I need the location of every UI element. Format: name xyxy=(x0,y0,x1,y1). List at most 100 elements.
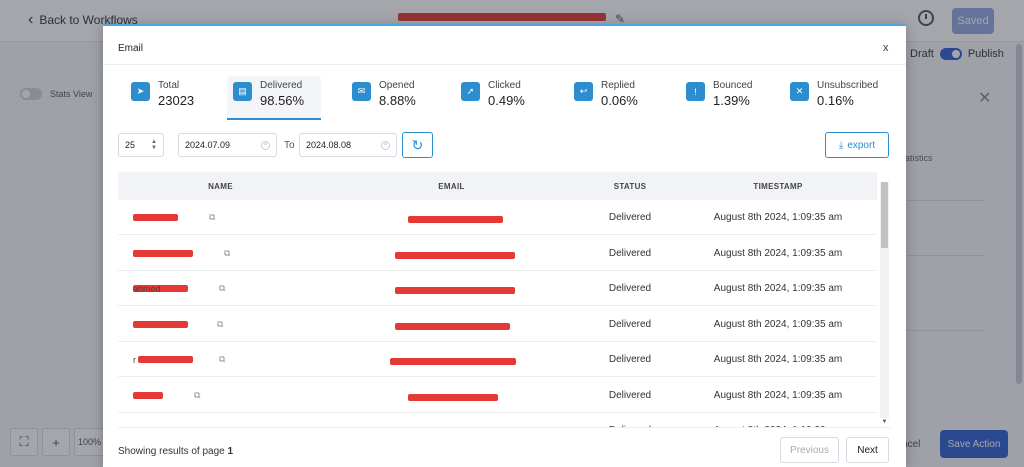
pagination-status: Showing results of page 1 xyxy=(118,446,233,457)
date-to-value: 2024.08.08 xyxy=(306,140,352,150)
scrollbar-thumb[interactable] xyxy=(881,182,888,248)
stat-label: Unsubscribed xyxy=(817,80,879,91)
refresh-button[interactable]: ↻ xyxy=(402,132,433,158)
stat-label: Delivered xyxy=(260,80,303,91)
stat-value: 8.88% xyxy=(379,93,416,108)
alert-icon: ! xyxy=(686,82,705,101)
name-cell: ⧉ xyxy=(133,378,323,413)
clear-date-icon[interactable]: × xyxy=(261,140,270,150)
column-header-email[interactable]: EMAIL xyxy=(323,172,580,200)
stat-label: Opened xyxy=(379,80,415,91)
table-row[interactable]: lydia palermo ⧉ lydia@academygroup.co.za De… xyxy=(118,413,877,428)
recipients-table: NAME EMAIL STATUS TIMESTAMP ⧉ Delivered Au… xyxy=(118,172,891,428)
table-row[interactable]: ⧉ Delivered August 8th 2024, 1:09:35 am xyxy=(118,306,877,342)
scroll-down-arrow-icon[interactable]: ▼ xyxy=(880,418,889,426)
send-icon: ➤ xyxy=(131,82,150,101)
stat-value: 1.39% xyxy=(713,93,750,108)
download-icon: ⤓ xyxy=(838,139,844,151)
redacted-email xyxy=(395,287,515,294)
external-link-icon[interactable]: ⧉ xyxy=(219,283,225,294)
next-page-button[interactable]: Next xyxy=(846,437,889,463)
date-to-field[interactable]: 2024.08.08 × xyxy=(299,133,397,157)
stat-label: Bounced xyxy=(713,80,753,91)
date-from-field[interactable]: 2024.07.09 × xyxy=(178,133,277,157)
export-label: export xyxy=(847,139,876,151)
external-link-icon[interactable]: ⧉ xyxy=(209,212,215,223)
status-cell: Delivered xyxy=(608,212,652,223)
timestamp-cell: August 8th 2024, 1:09:35 am xyxy=(713,247,843,259)
stat-card-unsubscribed[interactable]: ✕ Unsubscribed 0.16% xyxy=(784,76,884,118)
external-link-icon[interactable]: ⧉ xyxy=(194,390,200,401)
unsubscribe-icon: ✕ xyxy=(790,82,809,101)
status-cell: Delivered xyxy=(608,283,652,294)
stat-text: Replied 0.06% xyxy=(601,80,638,110)
column-header-timestamp[interactable]: TIMESTAMP xyxy=(680,172,876,200)
table-scrollbar[interactable] xyxy=(880,182,889,418)
stat-value: 0.16% xyxy=(817,93,854,108)
redacted-email xyxy=(408,393,498,401)
name-cell: r ⧉ xyxy=(133,342,323,377)
modal-divider xyxy=(103,64,906,65)
stat-value: 0.06% xyxy=(601,93,638,108)
stat-label: Replied xyxy=(601,80,635,91)
export-button[interactable]: ⤓ export xyxy=(825,132,889,158)
pagination-prefix: Showing results of page xyxy=(118,446,225,457)
email-cell: lydia@academygroup.co.za xyxy=(323,413,580,428)
stat-card-total[interactable]: ➤ Total 23023 xyxy=(125,76,215,118)
modal-title: Email xyxy=(118,43,144,54)
status-cell: Delivered xyxy=(608,389,652,401)
page-size-stepper[interactable]: 25 ▲ ▼ xyxy=(118,133,164,157)
modal-close-button[interactable]: x xyxy=(883,42,889,54)
stat-text: Unsubscribed 0.16% xyxy=(817,80,878,110)
stat-value: 23023 xyxy=(158,93,195,108)
name-cell: ⧉ xyxy=(133,307,323,342)
column-header-name[interactable]: NAME xyxy=(118,172,323,200)
name-cell: ahmed ⧉ xyxy=(133,271,323,306)
stat-card-delivered[interactable]: ▤ Delivered 98.56% xyxy=(227,76,321,120)
stat-text: Opened 8.88% xyxy=(379,80,416,110)
recipient-name: ahmed xyxy=(133,283,161,294)
previous-page-button[interactable]: Previous xyxy=(780,437,839,463)
reply-icon: ↩ xyxy=(574,82,593,101)
stat-card-clicked[interactable]: ➚ Clicked 0.49% xyxy=(455,76,545,118)
table-row[interactable]: ahmed ⧉ Delivered August 8th 2024, 1:09:35 … xyxy=(118,271,877,306)
table-row[interactable]: ⧉ Delivered August 8th 2024, 1:09:35 am xyxy=(118,200,877,235)
status-cell: Delivered xyxy=(608,318,652,330)
table-header: NAME EMAIL STATUS TIMESTAMP xyxy=(118,172,877,200)
stat-card-bounced[interactable]: ! Bounced 1.39% xyxy=(680,76,765,118)
name-cell: ⧉ xyxy=(133,236,323,271)
external-link-icon[interactable]: ⧉ xyxy=(217,319,223,330)
page-size-value: 25 xyxy=(125,140,136,150)
stat-value: 0.49% xyxy=(488,93,525,108)
redacted-email xyxy=(390,358,516,365)
clear-date-icon[interactable]: × xyxy=(381,140,390,150)
recipient-name: lydia palermo xyxy=(133,426,211,428)
stat-text: Bounced 1.39% xyxy=(713,80,752,110)
recipient-email: lydia@academygroup.co.za xyxy=(396,426,507,428)
table-row[interactable]: r ⧉ Delivered August 8th 2024, 1:09:35 am xyxy=(118,342,877,377)
to-label: To xyxy=(284,140,295,151)
external-link-icon[interactable]: ⧉ xyxy=(224,248,230,259)
column-header-status[interactable]: STATUS xyxy=(580,172,680,200)
redacted-email xyxy=(408,216,503,223)
timestamp-cell: August 8th 2024, 1:10:20 am xyxy=(680,413,876,427)
stat-text: Delivered 98.56% xyxy=(260,80,304,110)
current-page-number: 1 xyxy=(227,446,234,457)
status-cell: Delivered xyxy=(580,413,680,427)
table-row[interactable]: ⧉ Delivered August 8th 2024, 1:09:35 am xyxy=(118,377,877,413)
stat-text: Clicked 0.49% xyxy=(488,80,525,110)
table-row[interactable]: ⧉ Delivered August 8th 2024, 1:09:35 am xyxy=(118,235,877,271)
timestamp-cell: August 8th 2024, 1:09:35 am xyxy=(713,354,843,365)
name-cell: lydia palermo ⧉ xyxy=(133,413,323,428)
stat-text: Total 23023 xyxy=(158,80,194,110)
stat-card-opened[interactable]: ✉ Opened 8.88% xyxy=(346,76,431,118)
stepper-arrows-icon[interactable]: ▲ ▼ xyxy=(151,139,157,151)
recipient-name: r xyxy=(133,354,136,365)
external-link-icon[interactable]: ⧉ xyxy=(217,425,223,427)
inbox-icon: ▤ xyxy=(233,82,252,101)
stat-card-replied[interactable]: ↩ Replied 0.06% xyxy=(568,76,653,118)
external-link-icon[interactable]: ⧉ xyxy=(219,354,225,365)
name-cell: ⧉ xyxy=(133,200,323,235)
cursor-click-icon: ➚ xyxy=(461,82,480,101)
redacted-email xyxy=(395,251,515,259)
